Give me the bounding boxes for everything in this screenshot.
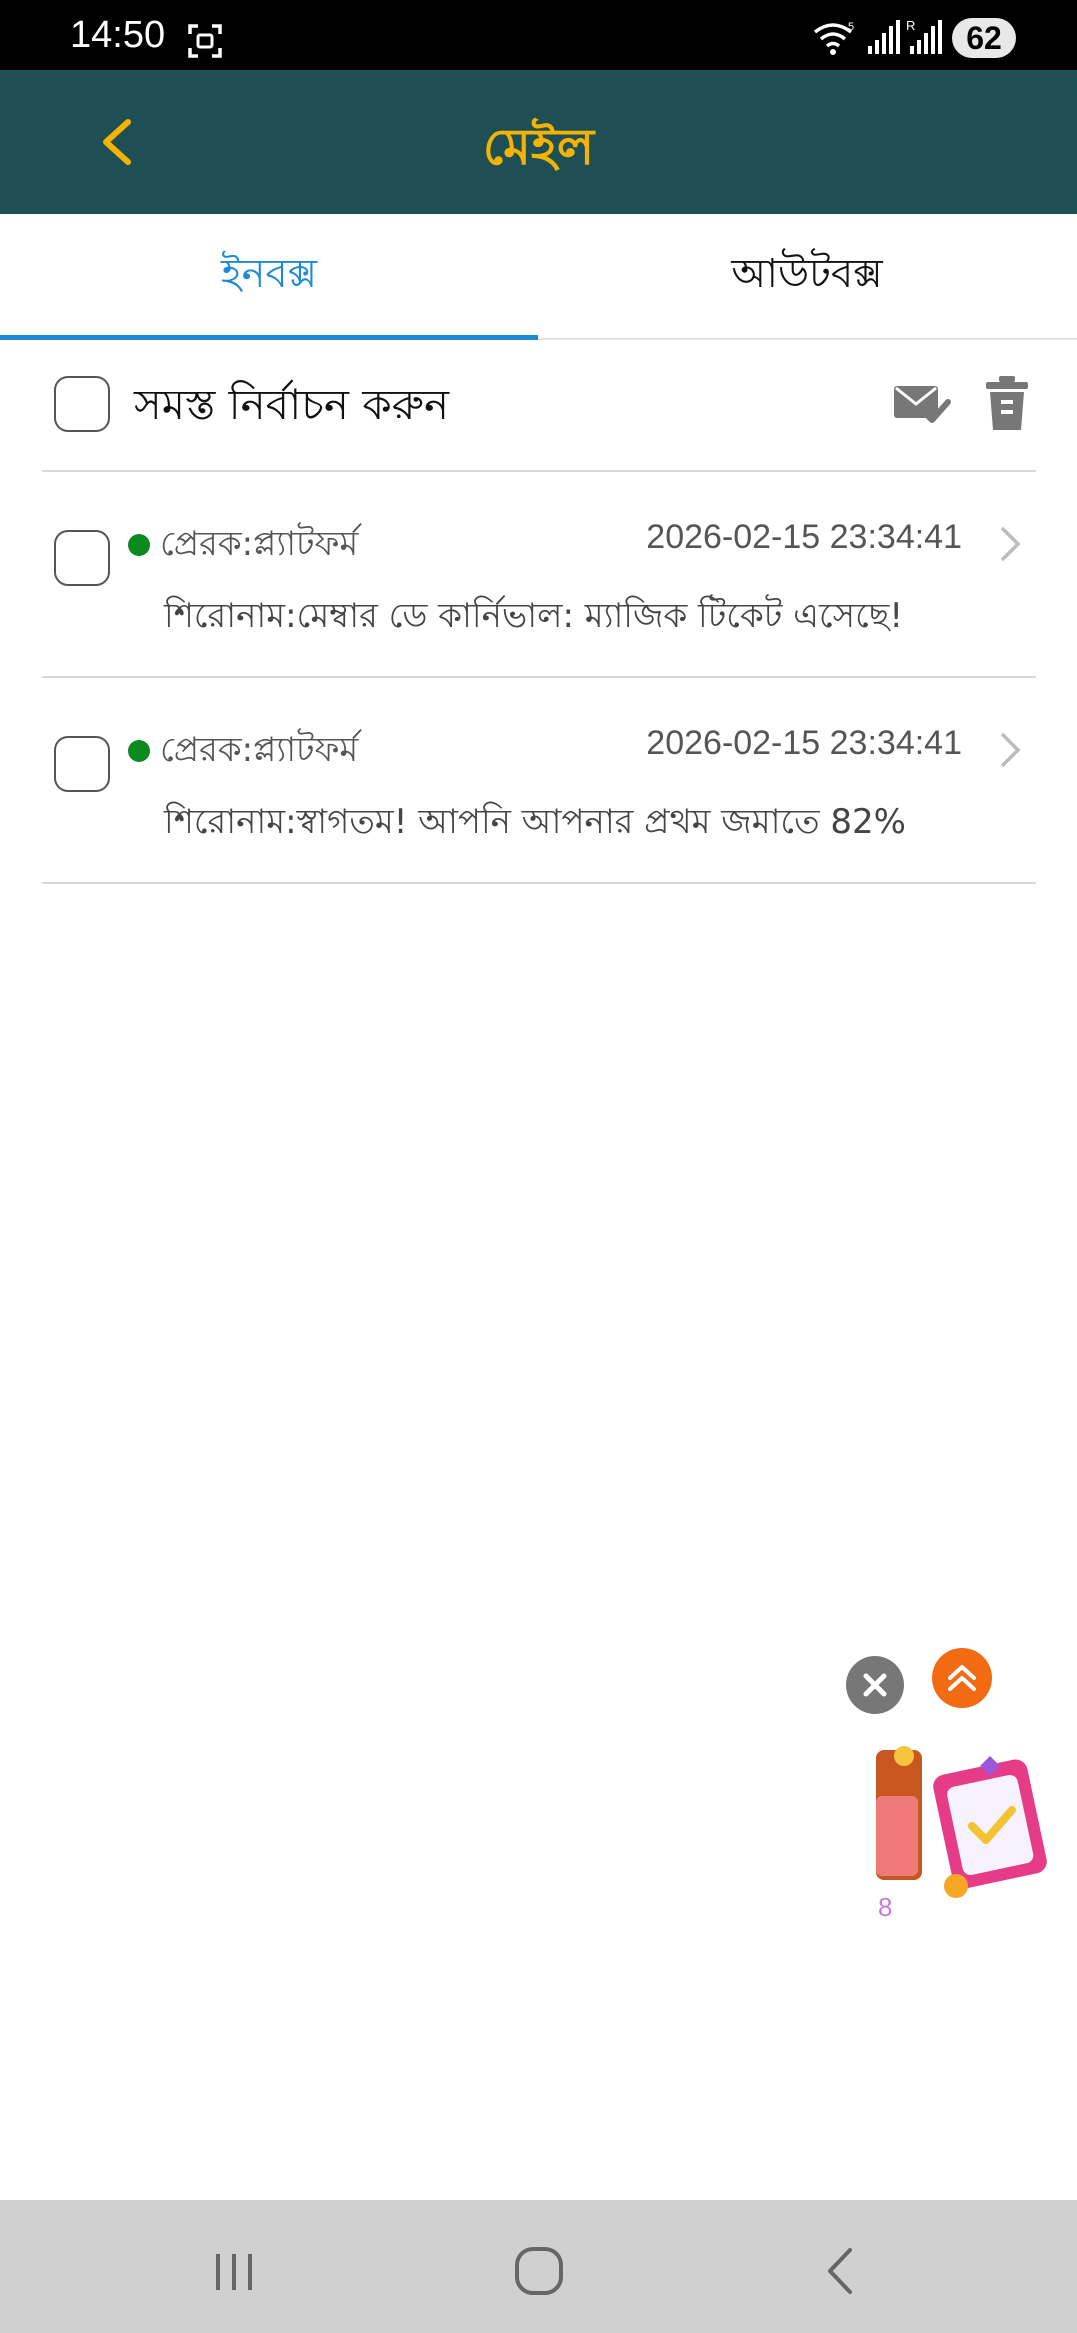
recents-icon[interactable] <box>210 2250 260 2294</box>
app-header: মেইল <box>0 70 1077 214</box>
mail-item[interactable]: প্রেরক:প্ল্যাটফর্ম 2026-02-15 23:34:41 শ… <box>42 470 1036 678</box>
signal-icon <box>868 20 900 54</box>
page-title: মেইল <box>482 118 595 176</box>
system-nav-bar <box>0 2200 1077 2333</box>
tab-outbox[interactable]: আউটবক্স <box>538 214 1076 338</box>
unread-dot <box>128 740 150 762</box>
select-all-label[interactable]: সমস্ত নির্বাচন করুন <box>134 372 449 443</box>
scroll-top-button[interactable] <box>932 1648 992 1708</box>
tab-inbox[interactable]: ইনবক্স <box>0 214 538 338</box>
signal-roaming-icon: R <box>906 18 942 54</box>
chevron-right-icon[interactable] <box>996 522 1024 566</box>
promo-count: 8 <box>878 1892 893 1922</box>
mail-time: 2026-02-15 23:34:41 <box>646 518 962 556</box>
svg-text:R: R <box>906 18 915 33</box>
status-time: 14:50 <box>70 14 166 56</box>
mail-sender: প্রেরক:প্ল্যাটফর্ম <box>160 524 359 564</box>
unread-dot <box>128 534 150 556</box>
mail-checkbox[interactable] <box>54 736 110 792</box>
promo-banner[interactable] <box>876 1736 1052 1922</box>
mail-tabs: ইনবক্স আউটবক্স <box>0 214 1077 340</box>
wifi-icon: 5 <box>813 21 854 55</box>
home-icon[interactable] <box>512 2244 566 2298</box>
mail-subject: শিরোনাম:স্বাগতম! আপনি আপনার প্রথম জমাতে … <box>164 802 906 842</box>
battery-indicator: 62 <box>952 18 1016 58</box>
gift-checklist-icon <box>876 1746 1047 1898</box>
nav-back-icon[interactable] <box>820 2244 860 2298</box>
select-all-row: সমস্ত নির্বাচন করুন <box>42 338 1036 472</box>
mark-read-icon[interactable] <box>892 378 952 430</box>
double-chevron-up-icon <box>948 1665 976 1691</box>
mail-item[interactable]: প্রেরক:প্ল্যাটফর্ম 2026-02-15 23:34:41 শ… <box>42 676 1036 884</box>
chevron-right-icon[interactable] <box>996 728 1024 772</box>
select-all-checkbox[interactable] <box>54 376 110 432</box>
svg-text:5: 5 <box>848 21 854 33</box>
mail-subject: শিরোনাম:মেম্বার ডে কার্নিভাল: ম্যাজিক টি… <box>164 596 903 636</box>
mail-checkbox[interactable] <box>54 530 110 586</box>
close-widget-button[interactable] <box>846 1656 904 1714</box>
trash-icon[interactable] <box>982 374 1032 432</box>
screen-record-icon <box>188 24 222 58</box>
status-bar: 14:50 5 R 62 <box>0 0 1077 70</box>
mail-sender: প্রেরক:প্ল্যাটফর্ম <box>160 730 359 770</box>
close-icon <box>863 1673 887 1697</box>
mail-time: 2026-02-15 23:34:41 <box>646 724 962 762</box>
